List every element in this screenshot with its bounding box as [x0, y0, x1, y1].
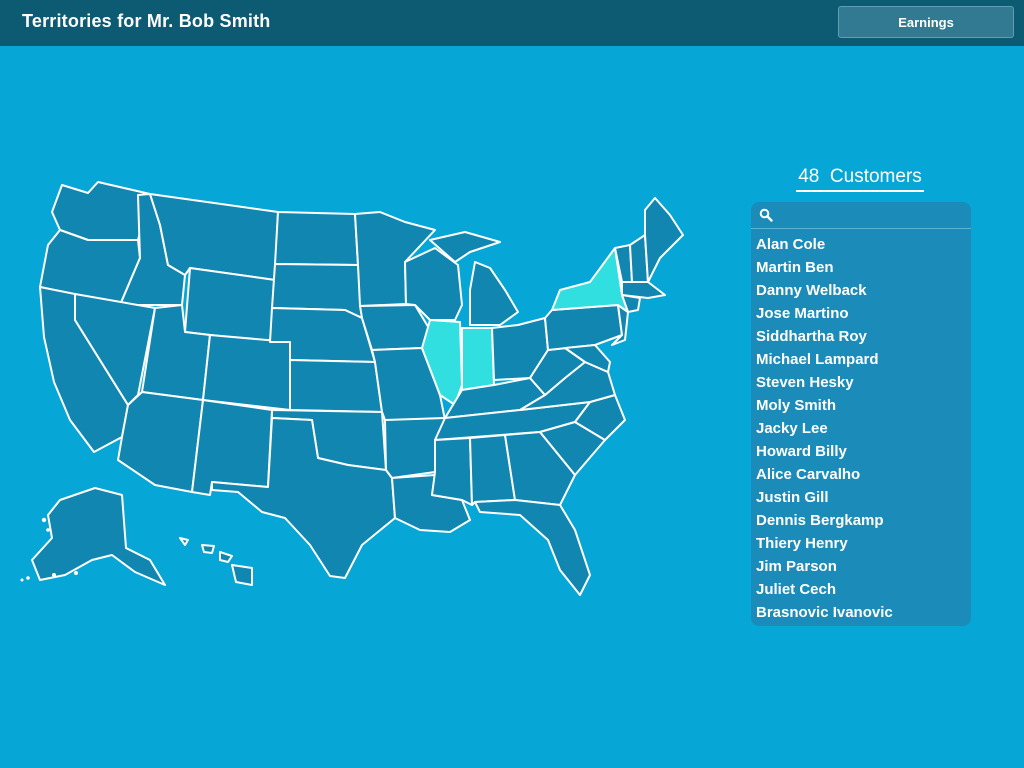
customer-item[interactable]: Steven Hesky	[751, 371, 971, 394]
customer-list: Alan Cole Martin Ben Danny Welback Jose …	[751, 229, 971, 624]
customer-item[interactable]: Jim Parson	[751, 555, 971, 578]
state-mississippi[interactable]	[431, 437, 473, 506]
customer-item[interactable]: Alice Carvalho	[751, 463, 971, 486]
customer-item[interactable]: Brasnovic Ivanovic	[751, 601, 971, 624]
customer-item[interactable]: Juliet Cech	[751, 578, 971, 601]
customer-item[interactable]: Martin Ben	[751, 256, 971, 279]
state-maine[interactable]	[644, 197, 684, 283]
customers-count: 48	[798, 166, 820, 187]
state-michigan-lower[interactable]	[469, 261, 519, 326]
state-hawaii[interactable]	[179, 537, 253, 586]
customer-item[interactable]: Siddhartha Roy	[751, 325, 971, 348]
customer-item[interactable]: Michael Lampard	[751, 348, 971, 371]
customer-item[interactable]: Howard Billy	[751, 440, 971, 463]
customer-search	[751, 202, 971, 229]
state-new-mexico[interactable]	[191, 399, 273, 496]
state-iowa[interactable]	[359, 304, 431, 351]
top-bar: Territories for Mr. Bob Smith Earnings	[0, 0, 1024, 46]
state-kansas[interactable]	[289, 359, 383, 413]
page-title: Territories for Mr. Bob Smith	[22, 11, 271, 31]
customer-item[interactable]: Danny Welback	[751, 279, 971, 302]
state-arizona[interactable]	[117, 391, 204, 493]
search-input[interactable]	[779, 205, 963, 227]
customers-panel: Alan Cole Martin Ben Danny Welback Jose …	[751, 202, 971, 626]
customers-count-heading: 48 Customers	[790, 166, 930, 192]
state-washington[interactable]	[51, 181, 151, 241]
state-wyoming[interactable]	[184, 267, 276, 343]
customer-item[interactable]: Justin Gill	[751, 486, 971, 509]
state-north-dakota[interactable]	[274, 211, 359, 266]
earnings-button[interactable]: Earnings	[838, 6, 1014, 38]
state-pennsylvania[interactable]	[544, 304, 623, 351]
customer-item[interactable]: Jacky Lee	[751, 417, 971, 440]
customer-item[interactable]: Moly Smith	[751, 394, 971, 417]
us-territory-map	[20, 181, 684, 596]
search-icon[interactable]	[759, 208, 773, 222]
customers-label: Customers	[829, 166, 922, 187]
state-indiana[interactable]	[461, 327, 495, 391]
customer-item[interactable]: Alan Cole	[751, 233, 971, 256]
customer-item[interactable]: Jose Martino	[751, 302, 971, 325]
state-colorado[interactable]	[202, 334, 291, 411]
state-alaska[interactable]	[31, 487, 166, 586]
customer-item[interactable]: Dennis Bergkamp	[751, 509, 971, 532]
state-florida[interactable]	[474, 499, 591, 596]
customer-item[interactable]: Thiery Henry	[751, 532, 971, 555]
